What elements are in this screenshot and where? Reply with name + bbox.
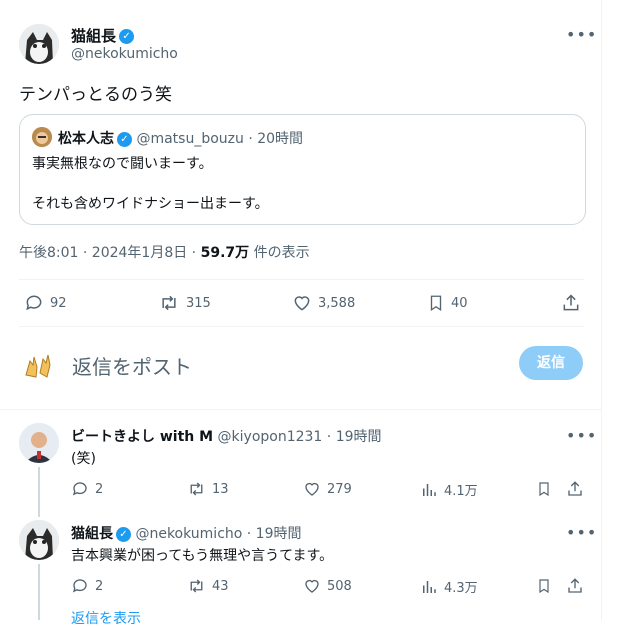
display-name[interactable]: 猫組長	[71, 27, 116, 45]
like-action[interactable]: 508	[303, 577, 352, 595]
more-options-icon[interactable]: •••	[566, 25, 597, 44]
composer-avatar[interactable]	[22, 347, 56, 385]
quoted-avatar[interactable]	[32, 127, 52, 147]
like-action[interactable]: 3,588	[292, 293, 355, 313]
reply-author-row: 猫組長 ✓ @nekokumicho · 19時間	[71, 523, 302, 543]
views-label: 件の表示	[249, 245, 310, 261]
display-name[interactable]: 猫組長	[71, 526, 113, 542]
quoted-time[interactable]: · 20時間	[248, 131, 303, 147]
post-time[interactable]: · 19時間	[327, 429, 382, 445]
reply-text: 吉本興業が困ってもう無理や言うてます。	[71, 548, 334, 564]
share-icon	[568, 578, 582, 593]
author-name-row[interactable]: 猫組長 ✓	[71, 25, 135, 46]
handle[interactable]: @nekokumicho	[135, 526, 242, 542]
heart-icon	[305, 482, 319, 496]
thread-line	[38, 564, 40, 620]
reply-icon	[72, 482, 87, 496]
like-count: 508	[327, 578, 352, 594]
reply-author-row: ビートきよし with M @kiyopon1231 · 19時間	[71, 426, 382, 446]
avatar[interactable]	[19, 423, 59, 463]
analytics-icon	[423, 483, 436, 496]
bookmark-action[interactable]	[536, 577, 552, 595]
avatar[interactable]	[19, 520, 59, 560]
like-action[interactable]: 279	[303, 480, 352, 498]
views-action[interactable]: 4.1万	[420, 480, 478, 499]
views-count: 59.7万	[200, 245, 250, 261]
tweet-meta: 午後8:01 · 2024年1月8日 · 59.7万 件の表示	[19, 242, 310, 262]
quoted-display-name[interactable]: 松本人志	[58, 131, 114, 147]
reply-icon	[26, 295, 42, 311]
bookmark-action[interactable]: 40	[427, 293, 468, 313]
share-action[interactable]	[566, 480, 584, 498]
quoted-text-line1: 事実無根なので闘いまーす。	[32, 156, 213, 172]
handle[interactable]: @kiyopon1231	[218, 429, 323, 445]
bookmark-icon	[430, 295, 442, 312]
reply-button[interactable]: 返信	[519, 346, 583, 380]
divider	[19, 279, 584, 280]
share-icon	[563, 294, 579, 311]
thread-line	[38, 467, 40, 517]
repost-icon	[190, 482, 203, 496]
quoted-author-row: 松本人志 ✓ @matsu_bouzu · 20時間	[58, 128, 303, 148]
repost-icon	[190, 579, 203, 593]
quoted-tweet[interactable]: 松本人志 ✓ @matsu_bouzu · 20時間 事実無根なので闘いまーす。 …	[19, 114, 586, 225]
heart-icon	[305, 579, 319, 593]
like-count: 279	[327, 481, 352, 497]
verified-badge-icon: ✓	[117, 131, 132, 147]
post-time[interactable]: · 19時間	[247, 526, 302, 542]
verified-badge-icon: ✓	[119, 29, 135, 44]
more-options-icon[interactable]: •••	[566, 426, 597, 445]
repost-action[interactable]: 43	[187, 577, 229, 595]
more-options-icon[interactable]: •••	[566, 523, 597, 542]
views-action[interactable]: 4.3万	[420, 577, 478, 596]
reply-count: 2	[95, 578, 104, 594]
share-icon	[568, 481, 582, 496]
bookmark-icon	[539, 482, 549, 497]
share-action[interactable]	[566, 577, 584, 595]
views-count: 4.3万	[444, 581, 478, 596]
reply-action[interactable]: 2	[71, 480, 103, 498]
analytics-icon	[423, 580, 436, 593]
reply-action[interactable]: 2	[71, 577, 103, 595]
tweet-text: テンパっとるのう笑	[19, 85, 172, 105]
reply-text: (笑)	[71, 451, 96, 467]
repost-count: 43	[212, 578, 229, 594]
like-count: 3,588	[318, 295, 356, 311]
views-count: 4.1万	[444, 484, 478, 499]
handle[interactable]: @nekokumicho	[71, 46, 178, 62]
verified-badge-icon: ✓	[116, 526, 131, 542]
reply-input[interactable]: 返信をポスト	[72, 351, 192, 380]
share-action[interactable]	[561, 293, 581, 313]
repost-action[interactable]: 13	[187, 480, 229, 498]
repost-icon	[162, 295, 176, 311]
divider	[19, 326, 584, 327]
repost-count: 315	[186, 295, 211, 311]
show-replies-link[interactable]: 返信を表示	[71, 611, 141, 627]
reply-count: 92	[50, 295, 67, 311]
display-name[interactable]: ビートきよし with M	[71, 429, 213, 445]
section-divider	[0, 409, 602, 410]
quoted-text-line2: それも含めワイドナショー出まーす。	[32, 196, 269, 212]
reply-icon	[72, 579, 87, 593]
reply-action[interactable]: 92	[24, 293, 67, 313]
column-border	[601, 0, 602, 620]
repost-action[interactable]: 315	[158, 293, 211, 313]
quoted-handle[interactable]: @matsu_bouzu	[136, 131, 243, 147]
bookmark-icon	[539, 579, 549, 594]
bookmark-count: 40	[451, 295, 468, 311]
timestamp[interactable]: 午後8:01 · 2024年1月8日 ·	[19, 245, 201, 261]
hands-icon	[25, 354, 51, 378]
heart-icon	[294, 296, 310, 311]
bookmark-action[interactable]	[536, 480, 552, 498]
reply-count: 2	[95, 481, 104, 497]
avatar[interactable]	[19, 24, 59, 64]
repost-count: 13	[212, 481, 229, 497]
